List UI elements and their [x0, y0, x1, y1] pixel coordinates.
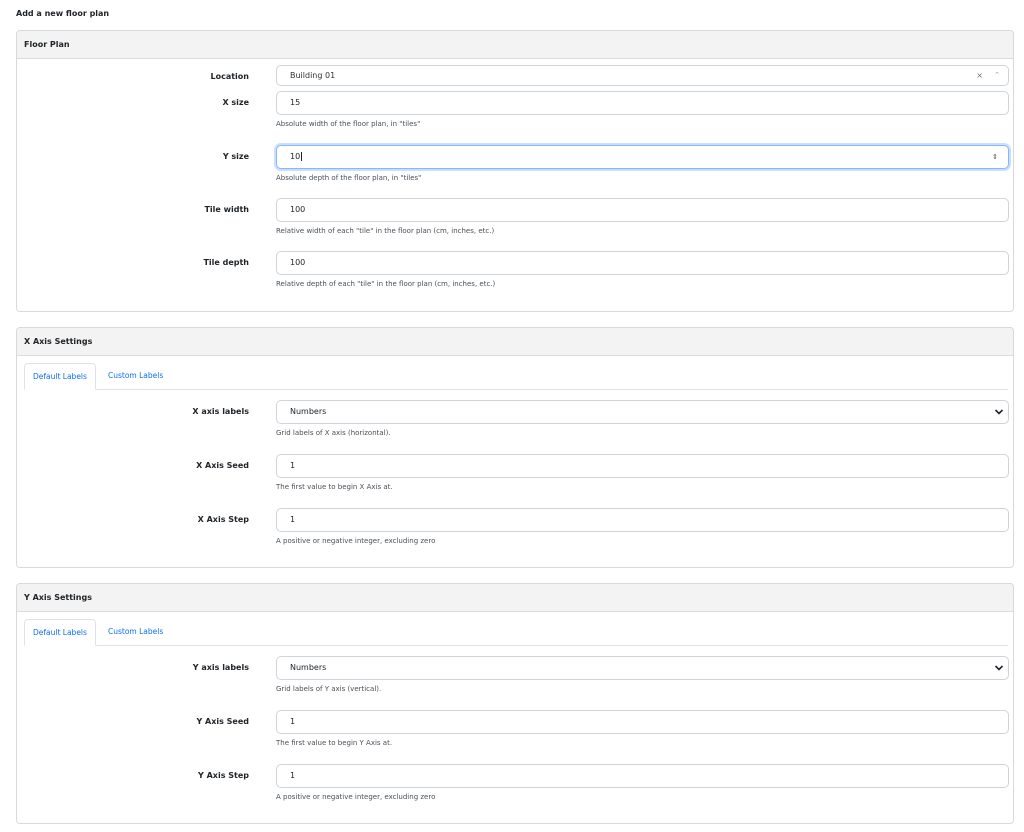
y-size-input[interactable]: 10 ⇕ — [276, 145, 1009, 169]
tile-depth-input[interactable]: 100 — [276, 251, 1009, 275]
y-axis-seed-help: The first value to begin Y Axis at. — [276, 739, 393, 747]
x-size-help: Absolute width of the floor plan, in "ti… — [276, 120, 421, 128]
y-axis-seed-label: Y Axis Seed — [196, 717, 249, 726]
tile-width-input[interactable]: 100 — [276, 198, 1009, 222]
tile-width-help: Relative width of each "tile" in the flo… — [276, 227, 495, 235]
chevron-down-icon — [994, 409, 1004, 415]
x-axis-step-help: A positive or negative integer, excludin… — [276, 537, 436, 545]
location-value: Building 01 — [290, 71, 336, 80]
x-axis-panel-header: X Axis Settings — [17, 328, 1013, 356]
x-axis-seed-row: X Axis Seed 1 The first value to begin X… — [17, 454, 1013, 491]
location-select[interactable]: Building 01 × ⌃ — [276, 65, 1009, 86]
x-axis-panel: X Axis Settings Default Labels Custom La… — [16, 327, 1014, 568]
page-title: Add a new floor plan — [16, 9, 110, 18]
y-axis-labels-help: Grid labels of Y axis (vertical). — [276, 685, 382, 693]
y-axis-step-label: Y Axis Step — [198, 771, 249, 780]
caret-icon[interactable]: ⌃ — [994, 66, 1000, 85]
x-axis-seed-input[interactable]: 1 — [276, 454, 1009, 478]
y-axis-panel: Y Axis Settings Default Labels Custom La… — [16, 583, 1014, 824]
x-axis-labels-row: X axis labels Numbers Grid labels of X a… — [17, 400, 1013, 437]
tile-depth-row: Tile depth 100 Relative depth of each "t… — [17, 251, 1013, 288]
tile-depth-help: Relative depth of each "tile" in the flo… — [276, 280, 496, 288]
tab-x-custom-labels[interactable]: Custom Labels — [100, 363, 171, 389]
y-axis-seed-row: Y Axis Seed 1 The first value to begin Y… — [17, 710, 1013, 747]
y-size-label: Y size — [222, 152, 249, 161]
y-axis-step-help: A positive or negative integer, excludin… — [276, 793, 436, 801]
x-size-label: X size — [222, 98, 249, 107]
tab-x-default-labels[interactable]: Default Labels — [24, 363, 96, 390]
tile-width-label: Tile width — [204, 205, 249, 214]
x-size-input[interactable]: 15 — [276, 91, 1009, 115]
floor-plan-panel-header: Floor Plan — [17, 31, 1013, 59]
x-axis-step-row: X Axis Step 1 A positive or negative int… — [17, 508, 1013, 545]
x-axis-seed-help: The first value to begin X Axis at. — [276, 483, 393, 491]
tile-depth-label: Tile depth — [203, 258, 249, 267]
location-row: Location Building 01 × ⌃ — [17, 65, 1013, 89]
clear-icon[interactable]: × — [976, 66, 983, 85]
x-axis-tabs: Default Labels Custom Labels — [24, 363, 1008, 390]
y-size-help: Absolute depth of the floor plan, in "ti… — [276, 174, 422, 182]
location-label: Location — [210, 72, 250, 81]
y-axis-seed-input[interactable]: 1 — [276, 710, 1009, 734]
y-axis-panel-header: Y Axis Settings — [17, 584, 1013, 612]
y-axis-step-row: Y Axis Step 1 A positive or negative int… — [17, 764, 1013, 801]
chevron-down-icon — [994, 665, 1004, 671]
y-size-value: 10 — [290, 152, 301, 161]
spinner-icon[interactable]: ⇕ — [992, 146, 998, 168]
x-axis-labels-label: X axis labels — [192, 407, 249, 416]
floor-plan-panel: Floor Plan Location Building 01 × ⌃ X si… — [16, 30, 1014, 312]
x-axis-step-label: X Axis Step — [197, 515, 249, 524]
y-size-row: Y size 10 ⇕ Absolute depth of the floor … — [17, 145, 1013, 182]
y-axis-labels-select[interactable]: Numbers — [276, 656, 1009, 680]
y-axis-step-input[interactable]: 1 — [276, 764, 1009, 788]
x-axis-labels-help: Grid labels of X axis (horizontal). — [276, 429, 391, 437]
x-axis-step-input[interactable]: 1 — [276, 508, 1009, 532]
x-axis-labels-value: Numbers — [290, 407, 327, 416]
y-axis-labels-label: Y axis labels — [192, 663, 249, 672]
y-axis-labels-row: Y axis labels Numbers Grid labels of Y a… — [17, 656, 1013, 693]
y-axis-labels-value: Numbers — [290, 663, 327, 672]
x-axis-labels-select[interactable]: Numbers — [276, 400, 1009, 424]
tab-y-default-labels[interactable]: Default Labels — [24, 619, 96, 646]
tile-width-row: Tile width 100 Relative width of each "t… — [17, 198, 1013, 235]
x-axis-seed-label: X Axis Seed — [196, 461, 249, 470]
y-axis-tabs: Default Labels Custom Labels — [24, 619, 1008, 646]
tab-y-custom-labels[interactable]: Custom Labels — [100, 619, 171, 645]
x-size-row: X size 15 Absolute width of the floor pl… — [17, 91, 1013, 128]
